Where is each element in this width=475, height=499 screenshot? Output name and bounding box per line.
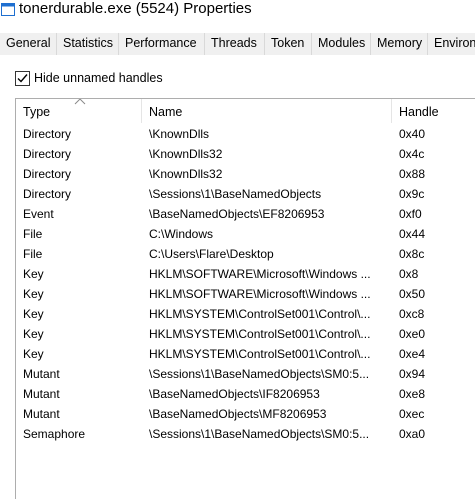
cell-name: HKLM\SYSTEM\ControlSet001\Control\... bbox=[149, 347, 371, 361]
window-title: tonerdurable.exe (5524) Properties bbox=[19, 0, 252, 17]
cell-name: HKLM\SYSTEM\ControlSet001\Control\... bbox=[149, 327, 371, 341]
column-header-handle-label: Handle bbox=[399, 105, 439, 119]
table-row[interactable]: Key HKLM\SYSTEM\ControlSet001\Control\...… bbox=[16, 324, 475, 344]
cell-type: File bbox=[23, 227, 43, 241]
cell-handle: 0x94 bbox=[399, 367, 426, 381]
column-header-name[interactable]: Name bbox=[142, 99, 392, 123]
checkmark-icon bbox=[17, 74, 28, 83]
cell-name: \BaseNamedObjects\IF8206953 bbox=[149, 387, 320, 401]
cell-type: Mutant bbox=[23, 387, 60, 401]
table-row[interactable]: Directory \KnownDlls32 0x88 bbox=[16, 164, 475, 184]
cell-name: \BaseNamedObjects\MF8206953 bbox=[149, 407, 327, 421]
cell-type: Semaphore bbox=[23, 427, 86, 441]
list-rows: Directory \KnownDlls 0x40 Directory \KnownD… bbox=[16, 124, 475, 444]
window-app-icon bbox=[1, 3, 15, 16]
list-header: Type Name Handle bbox=[16, 99, 475, 123]
cell-handle: 0x88 bbox=[399, 167, 426, 181]
cell-handle: 0xe8 bbox=[399, 387, 426, 401]
cell-type: Mutant bbox=[23, 367, 60, 381]
cell-type: Mutant bbox=[23, 407, 60, 421]
cell-type: Directory bbox=[23, 127, 72, 141]
tab-statistics[interactable]: Statistics bbox=[57, 33, 119, 55]
cell-type: Key bbox=[23, 287, 44, 301]
table-row[interactable]: Mutant \BaseNamedObjects\MF8206953 0xec bbox=[16, 404, 475, 424]
cell-name: C:\Users\Flare\Desktop bbox=[149, 247, 274, 261]
cell-handle: 0xec bbox=[399, 407, 425, 421]
handles-list[interactable]: Type Name Handle Directory \KnownDlls 0x40… bbox=[15, 98, 475, 499]
table-row[interactable]: Directory \KnownDlls 0x40 bbox=[16, 124, 475, 144]
cell-type: Key bbox=[23, 327, 44, 341]
tab-environment[interactable]: Environment bbox=[428, 33, 475, 55]
tab-memory[interactable]: Memory bbox=[371, 33, 428, 55]
cell-type: Key bbox=[23, 307, 44, 321]
cell-handle: 0x8c bbox=[399, 247, 425, 261]
cell-type: File bbox=[23, 247, 43, 261]
table-row[interactable]: Mutant \Sessions\1\BaseNamedObjects\SM0:5… bbox=[16, 364, 475, 384]
cell-type: Directory bbox=[23, 187, 72, 201]
tab-modules[interactable]: Modules bbox=[312, 33, 371, 55]
table-row[interactable]: File C:\Windows 0x44 bbox=[16, 224, 475, 244]
table-row[interactable]: File C:\Users\Flare\Desktop 0x8c bbox=[16, 244, 475, 264]
cell-name: \Sessions\1\BaseNamedObjects bbox=[149, 187, 322, 201]
table-row[interactable]: Directory \KnownDlls32 0x4c bbox=[16, 144, 475, 164]
table-row[interactable]: Event \BaseNamedObjects\EF8206953 0xf0 bbox=[16, 204, 475, 224]
cell-name: \Sessions\1\BaseNamedObjects\SM0:5... bbox=[149, 427, 370, 441]
hide-unnamed-handles-label: Hide unnamed handles bbox=[34, 71, 163, 85]
cell-handle: 0xe0 bbox=[399, 327, 426, 341]
tab-performance[interactable]: Performance bbox=[119, 33, 205, 55]
cell-name: C:\Windows bbox=[149, 227, 214, 241]
column-header-type[interactable]: Type bbox=[16, 99, 142, 123]
cell-name: \KnownDlls bbox=[149, 127, 210, 141]
table-row[interactable]: Key HKLM\SYSTEM\ControlSet001\Control\...… bbox=[16, 304, 475, 324]
cell-name: HKLM\SYSTEM\ControlSet001\Control\... bbox=[149, 307, 371, 321]
table-row[interactable]: Semaphore \Sessions\1\BaseNamedObjects\SM… bbox=[16, 424, 475, 444]
cell-type: Directory bbox=[23, 167, 72, 181]
column-header-type-label: Type bbox=[23, 105, 51, 119]
column-header-name-label: Name bbox=[149, 105, 183, 119]
cell-type: Directory bbox=[23, 147, 72, 161]
cell-name: \KnownDlls32 bbox=[149, 167, 223, 181]
cell-handle: 0x9c bbox=[399, 187, 425, 201]
tab-token[interactable]: Token bbox=[265, 33, 312, 55]
cell-handle: 0xf0 bbox=[399, 207, 422, 221]
tab-threads[interactable]: Threads bbox=[205, 33, 265, 55]
cell-name: \BaseNamedObjects\EF8206953 bbox=[149, 207, 325, 221]
cell-name: HKLM\SOFTWARE\Microsoft\Windows ... bbox=[149, 267, 371, 281]
hide-unnamed-handles-checkbox[interactable] bbox=[15, 71, 30, 86]
column-header-handle[interactable]: Handle bbox=[392, 99, 475, 123]
cell-type: Key bbox=[23, 347, 44, 361]
table-row[interactable]: Directory \Sessions\1\BaseNamedObjects 0x9… bbox=[16, 184, 475, 204]
cell-name: HKLM\SOFTWARE\Microsoft\Windows ... bbox=[149, 287, 371, 301]
cell-handle: 0x4c bbox=[399, 147, 425, 161]
title-bar[interactable]: tonerdurable.exe (5524) Properties bbox=[0, 0, 475, 20]
cell-handle: 0x44 bbox=[399, 227, 426, 241]
table-row[interactable]: Key HKLM\SYSTEM\ControlSet001\Control\...… bbox=[16, 344, 475, 364]
sort-ascending-icon bbox=[74, 99, 86, 105]
cell-handle: 0x40 bbox=[399, 127, 426, 141]
cell-name: \Sessions\1\BaseNamedObjects\SM0:5... bbox=[149, 367, 370, 381]
tab-strip: General Statistics Performance Threads T… bbox=[0, 33, 475, 55]
cell-handle: 0xa0 bbox=[399, 427, 426, 441]
cell-type: Key bbox=[23, 267, 44, 281]
cell-handle: 0xc8 bbox=[399, 307, 425, 321]
table-row[interactable]: Key HKLM\SOFTWARE\Microsoft\Windows ... 0x… bbox=[16, 264, 475, 284]
tab-general[interactable]: General bbox=[0, 33, 57, 55]
cell-name: \KnownDlls32 bbox=[149, 147, 223, 161]
cell-handle: 0xe4 bbox=[399, 347, 426, 361]
table-row[interactable]: Mutant \BaseNamedObjects\IF8206953 0xe8 bbox=[16, 384, 475, 404]
cell-handle: 0x8 bbox=[399, 267, 419, 281]
table-row[interactable]: Key HKLM\SOFTWARE\Microsoft\Windows ... 0x… bbox=[16, 284, 475, 304]
cell-handle: 0x50 bbox=[399, 287, 426, 301]
cell-type: Event bbox=[23, 207, 54, 221]
